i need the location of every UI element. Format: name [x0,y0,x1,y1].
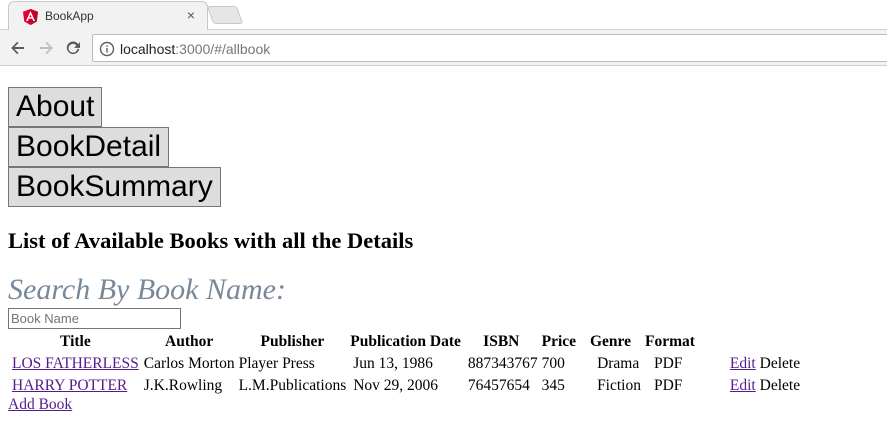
book-price: 345 [541,377,565,394]
forward-arrow-icon[interactable] [36,38,56,58]
header-publication-date: Publication Date [350,333,461,350]
table-header-row: Title Author Publisher Publication Date … [10,332,801,352]
header-actions [698,332,801,352]
book-publication-date: Nov 29, 2006 [353,377,439,394]
header-author: Author [165,333,214,350]
book-price: 700 [541,355,565,372]
book-format: PDF [653,377,683,394]
header-format: Format [644,333,695,350]
book-isbn: 887343767 [467,355,538,372]
book-genre: Drama [597,355,640,372]
book-format: PDF [653,355,683,372]
book-title-link[interactable]: HARRY POTTER [12,377,127,394]
book-publication-date: Jun 13, 1986 [353,355,433,372]
url-text[interactable]: localhost:3000/#/allbook [120,41,270,57]
book-author: Carlos Morton [143,355,235,372]
header-genre: Genre [590,333,632,350]
info-icon[interactable] [99,41,115,57]
reload-icon[interactable] [63,38,83,58]
search-input[interactable] [8,308,181,329]
tab-title: BookApp [45,9,94,23]
book-publisher: Player Press [238,355,315,372]
books-table: Title Author Publisher Publication Date … [8,330,803,398]
header-publisher: Publisher [260,333,325,350]
row-actions: Edit Delete [698,376,801,396]
book-summary-button[interactable]: BookSummary [8,167,221,207]
edit-link[interactable]: Edit [730,355,756,372]
delete-button[interactable]: Delete [760,355,800,372]
page-title: List of Available Books with all the Det… [8,228,414,253]
about-button[interactable]: About [8,87,103,127]
book-publisher: L.M.Publications [238,377,347,394]
book-genre: Fiction [597,377,641,394]
close-icon[interactable]: × [183,7,199,23]
url-host: localhost [120,41,176,57]
book-detail-button[interactable]: BookDetail [8,127,170,167]
header-title: Title [60,333,91,350]
row-actions: Edit Delete [698,354,801,374]
book-author: J.K.Rowling [143,377,223,394]
table-row: LOS FATHERLESS Carlos Morton Player Pres… [10,354,801,374]
browser-tabstrip: BookApp × [0,0,887,31]
new-tab-button[interactable] [206,6,244,24]
book-title-link[interactable]: LOS FATHERLESS [12,355,139,372]
table-row: HARRY POTTER J.K.Rowling L.M.Publication… [10,376,801,396]
url-path: :3000/#/allbook [175,41,271,57]
browser-tab[interactable]: BookApp × [8,1,208,31]
add-book-link[interactable]: Add Book [8,396,72,414]
browser-toolbar: localhost:3000/#/allbook [0,30,887,66]
edit-link[interactable]: Edit [730,377,756,394]
back-arrow-icon[interactable] [8,38,28,58]
header-isbn: ISBN [483,333,520,350]
header-price: Price [541,333,577,350]
book-isbn: 76457654 [467,377,530,394]
angular-logo-icon [23,9,38,25]
delete-button[interactable]: Delete [760,377,800,394]
address-bar[interactable]: localhost:3000/#/allbook [92,34,887,62]
search-label: Search By Book Name: [8,273,286,306]
